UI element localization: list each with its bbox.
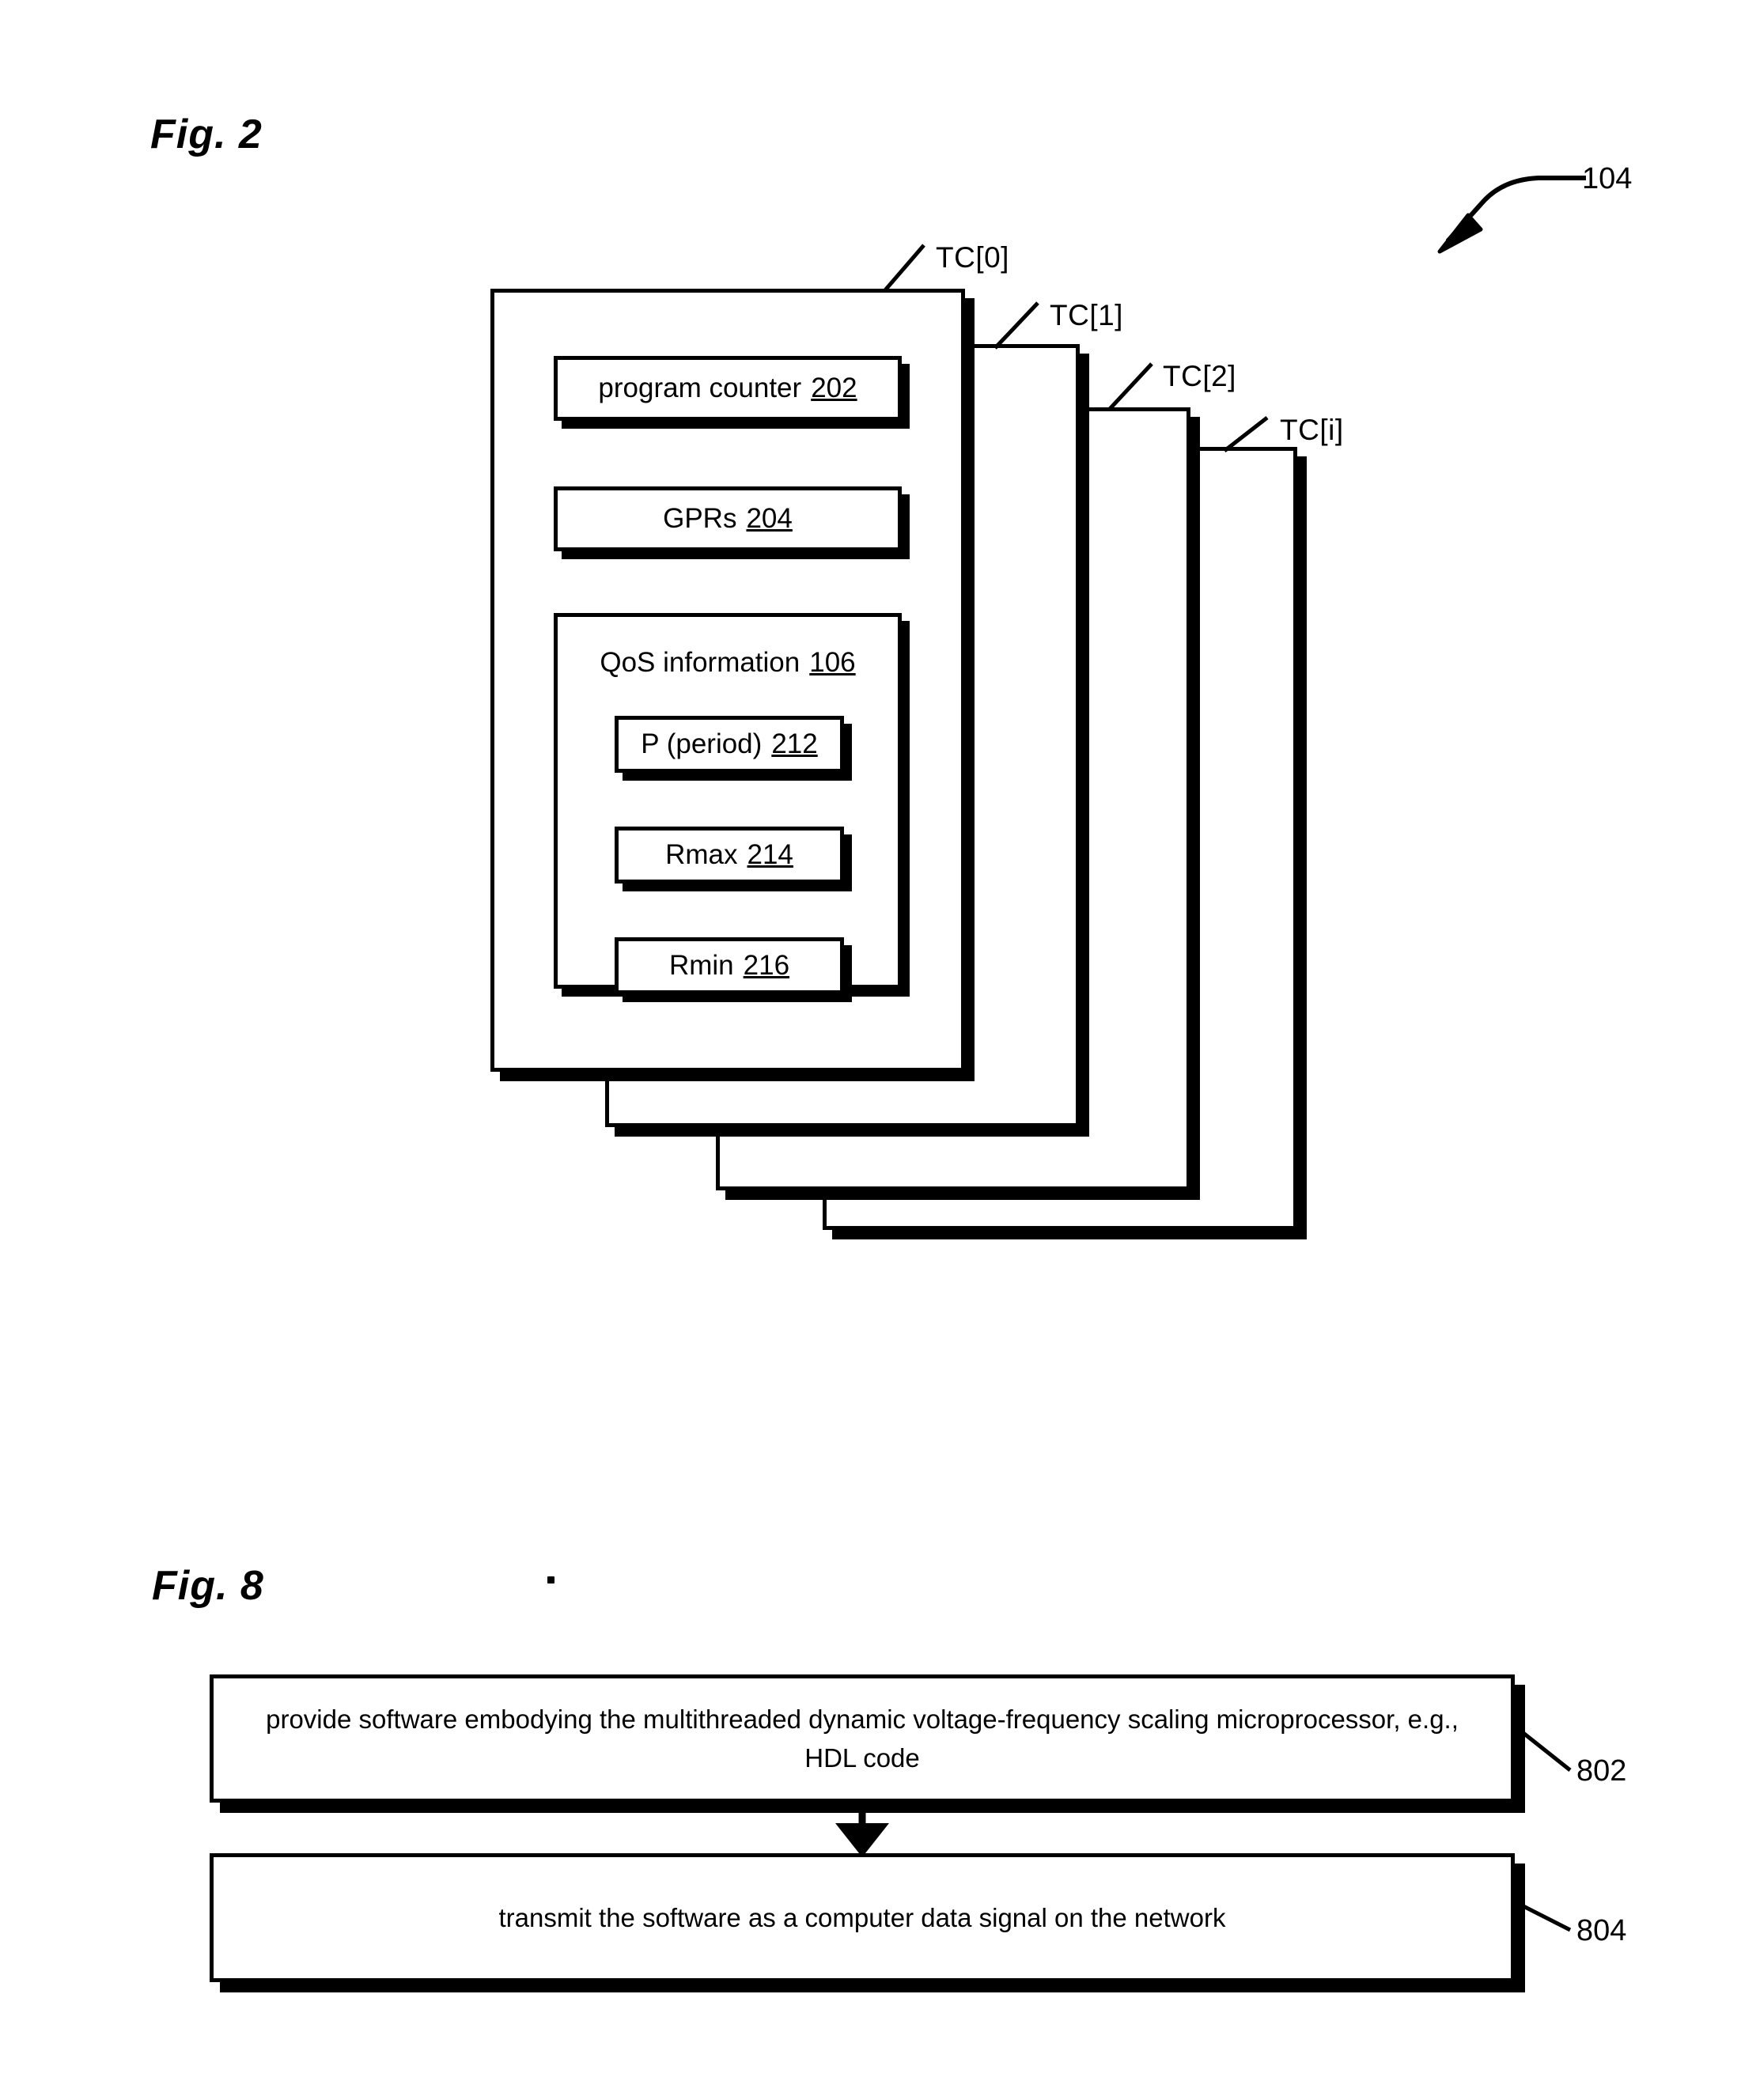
rmin-text: Rmin: [668, 950, 734, 981]
flow-step-804-box[interactable]: transmit the software as a computer data…: [210, 1853, 1515, 1982]
gprs-label: GPRs 204: [663, 503, 793, 535]
flow-step-804-reference: 804: [1576, 1914, 1627, 1947]
tc-i-label: TC[i]: [1280, 414, 1344, 446]
qos-information-title: QoS information 106: [558, 647, 898, 679]
gprs-text: GPRs: [663, 503, 737, 534]
period-box[interactable]: P (period) 212: [615, 716, 844, 773]
figure-8-caption: Fig. 8: [152, 1563, 264, 1609]
rmin-label: Rmin 216: [669, 950, 789, 982]
rmax-num: 214: [747, 839, 793, 870]
rmax-label: Rmax 214: [665, 839, 793, 871]
qos-information-text: QoS information: [600, 647, 800, 678]
flow-step-804-text: transmit the software as a computer data…: [498, 1902, 1226, 1932]
tc-2-label: TC[2]: [1163, 360, 1236, 392]
program-counter-num: 202: [811, 373, 857, 403]
gprs-box[interactable]: GPRs 204: [554, 486, 902, 551]
program-counter-box[interactable]: program counter 202: [554, 356, 902, 421]
rmin-box[interactable]: Rmin 216: [615, 937, 844, 994]
tc-0-label: TC[0]: [936, 241, 1009, 274]
flow-step-802-box[interactable]: provide software embodying the multithre…: [210, 1674, 1515, 1803]
rmax-text: Rmax: [665, 839, 738, 870]
program-counter-label: program counter 202: [598, 373, 857, 404]
qos-information-box[interactable]: QoS information 106 P (period) 212 Rmax 214…: [554, 613, 902, 994]
ink-speck: [547, 1576, 554, 1584]
rmax-box[interactable]: Rmax 214: [615, 827, 844, 884]
period-text: P (period): [641, 728, 763, 759]
patent-figure-sheet: Fig. 2 104 program counter 202 GPRs 204 Qo…: [0, 0, 1741, 2100]
gprs-num: 204: [746, 503, 793, 534]
flow-step-802-reference: 802: [1576, 1754, 1627, 1788]
flow-step-802-text: provide software embodying the multithre…: [266, 1704, 1459, 1773]
period-num: 212: [771, 728, 818, 759]
rmin-num: 216: [743, 950, 790, 981]
program-counter-text: program counter: [598, 373, 802, 403]
tc-1-label: TC[1]: [1050, 299, 1123, 331]
thread-context-card-tc-0[interactable]: program counter 202 GPRs 204 QoS informati…: [490, 289, 965, 1072]
period-label: P (period) 212: [641, 728, 817, 760]
qos-information-num: 106: [809, 647, 856, 678]
